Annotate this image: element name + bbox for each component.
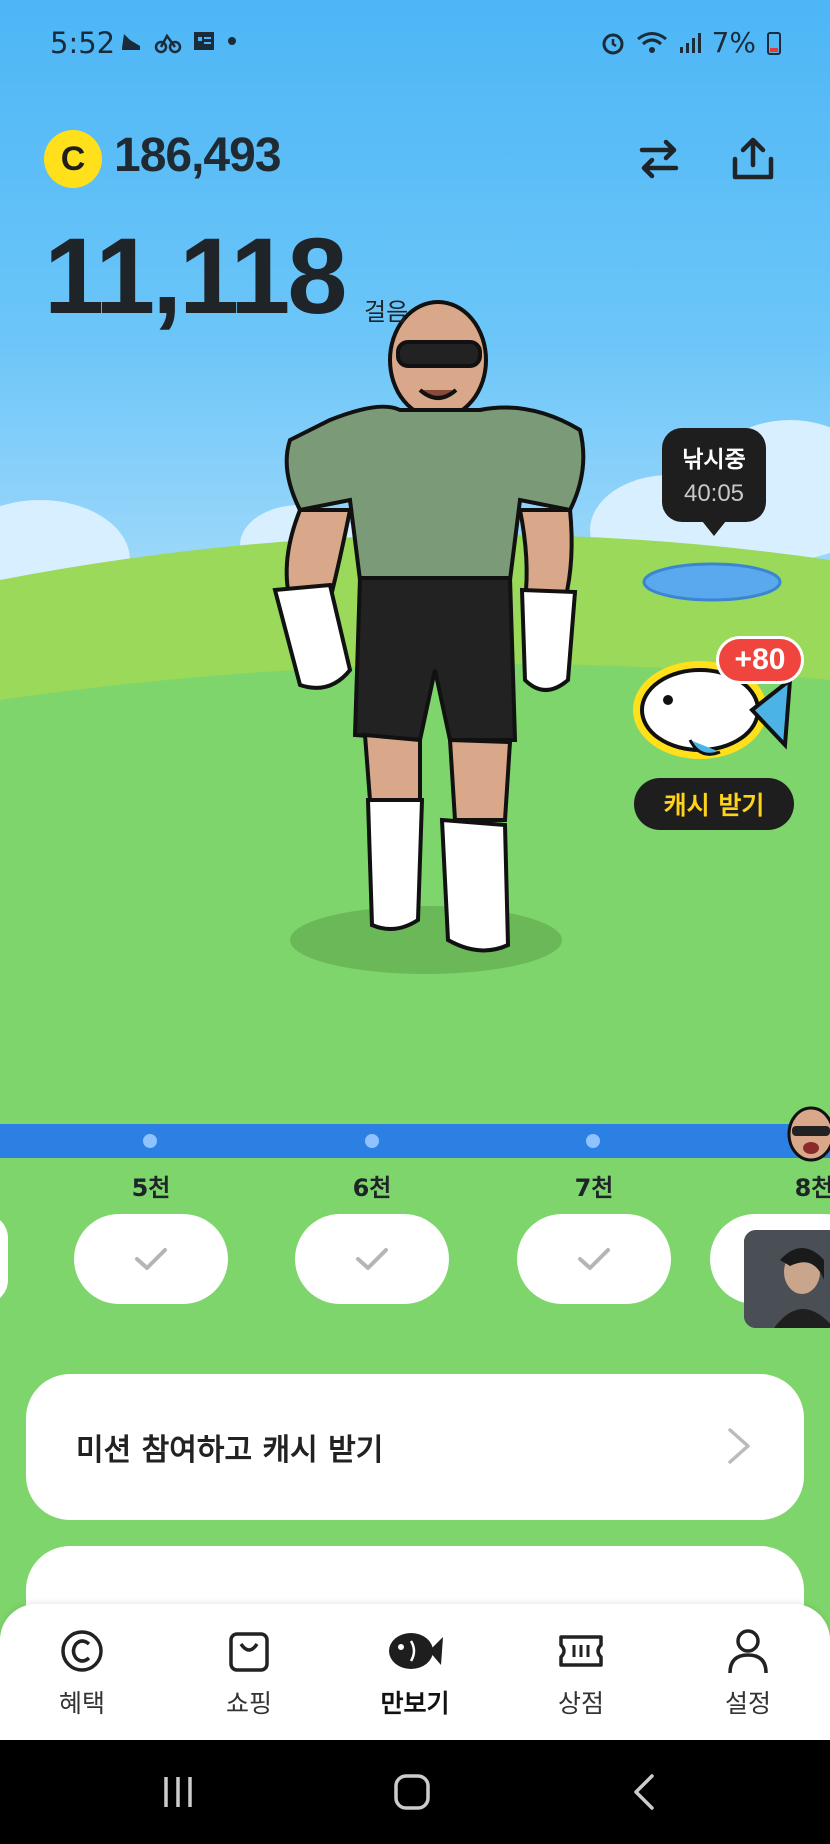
share-button[interactable] bbox=[718, 124, 788, 194]
recent-apps-icon bbox=[164, 1777, 192, 1807]
copyright-circle-icon bbox=[61, 1630, 103, 1672]
status-time: 5:52 bbox=[50, 26, 116, 60]
signal-icon bbox=[679, 32, 701, 53]
milestone-label-5000: 5천 bbox=[131, 1174, 171, 1202]
milestone-pill-5000[interactable] bbox=[74, 1214, 228, 1304]
status-bar: 5:52 7% bbox=[0, 0, 830, 84]
progress-dot bbox=[365, 1134, 379, 1148]
step-progress-track bbox=[0, 1124, 830, 1158]
system-navigation-bar bbox=[0, 1740, 830, 1844]
bottom-navigation: 혜택 쇼핑 만보기 상점 설정 bbox=[0, 1604, 830, 1740]
milestone-pill-previous[interactable] bbox=[0, 1214, 8, 1304]
home-icon bbox=[394, 1774, 430, 1810]
share-icon bbox=[732, 137, 774, 180]
collect-cash-button[interactable]: 캐시 받기 bbox=[634, 778, 794, 830]
home-button[interactable] bbox=[372, 1766, 452, 1818]
cyclist-icon bbox=[154, 33, 182, 54]
coin-amount: 186,493 bbox=[114, 129, 282, 182]
coin-icon: C bbox=[44, 130, 102, 188]
fish-icon bbox=[389, 1633, 443, 1669]
progress-dot bbox=[586, 1134, 600, 1148]
mission-label: 미션 참여하고 캐시 받기 bbox=[76, 1433, 384, 1468]
ticket-icon bbox=[559, 1635, 603, 1667]
shopping-bag-icon bbox=[229, 1632, 269, 1672]
nav-label-pedometer: 만보기 bbox=[380, 1689, 450, 1718]
check-icon bbox=[356, 1248, 388, 1270]
recent-apps-button[interactable] bbox=[138, 1766, 218, 1818]
chevron-right-icon bbox=[728, 1428, 750, 1464]
check-icon bbox=[578, 1248, 610, 1270]
milestone-pill-6000[interactable] bbox=[295, 1214, 449, 1304]
dot-icon bbox=[228, 37, 236, 45]
back-icon bbox=[634, 1774, 654, 1810]
portrait-thumbnail bbox=[744, 1230, 830, 1328]
milestone-label-8000: 8천 bbox=[794, 1174, 830, 1202]
nav-label-shopping: 쇼핑 bbox=[225, 1689, 272, 1718]
check-icon bbox=[135, 1248, 167, 1270]
status-notification-icons bbox=[118, 28, 238, 54]
person-icon bbox=[728, 1629, 768, 1674]
fishing-status-bubble[interactable]: 낚시중 40:05 bbox=[662, 428, 766, 536]
nav-label-store: 상점 bbox=[557, 1689, 604, 1718]
nav-label-settings: 설정 bbox=[724, 1689, 771, 1718]
fishing-label: 낚시중 bbox=[682, 447, 746, 473]
fishing-timer: 40:05 bbox=[683, 480, 745, 507]
bonus-badge: +80 bbox=[716, 636, 804, 684]
status-right-group: 7% bbox=[600, 26, 782, 59]
nav-label-benefits: 혜택 bbox=[58, 1689, 105, 1718]
battery-percent: 7% bbox=[711, 26, 756, 59]
milestone-label-6000: 6천 bbox=[352, 1174, 392, 1202]
step-unit: 걸음 bbox=[364, 298, 409, 326]
mission-card[interactable]: 미션 참여하고 캐시 받기 bbox=[26, 1374, 804, 1520]
nav-item-benefits[interactable]: 혜택 bbox=[22, 1626, 142, 1720]
grid-app-icon bbox=[194, 32, 214, 50]
step-count: 11,118 bbox=[44, 215, 347, 336]
nav-item-settings[interactable]: 설정 bbox=[688, 1626, 808, 1720]
milestone-pill-7000[interactable] bbox=[517, 1214, 671, 1304]
nav-item-store[interactable]: 상점 bbox=[521, 1626, 641, 1720]
character-head-marker bbox=[787, 1106, 830, 1162]
swap-button[interactable] bbox=[624, 124, 694, 194]
swap-arrows-icon bbox=[639, 139, 679, 179]
nav-item-shopping[interactable]: 쇼핑 bbox=[189, 1626, 309, 1720]
nav-item-pedometer[interactable]: 만보기 bbox=[355, 1626, 475, 1720]
shoe-icon bbox=[122, 34, 140, 50]
back-button[interactable] bbox=[604, 1766, 684, 1818]
alarm-icon bbox=[602, 33, 624, 54]
wifi-icon bbox=[636, 31, 667, 53]
milestone-label-7000: 7천 bbox=[574, 1174, 614, 1202]
progress-dot bbox=[143, 1134, 157, 1148]
battery-icon bbox=[767, 31, 781, 55]
reward-thumbnail-image[interactable] bbox=[744, 1230, 830, 1328]
